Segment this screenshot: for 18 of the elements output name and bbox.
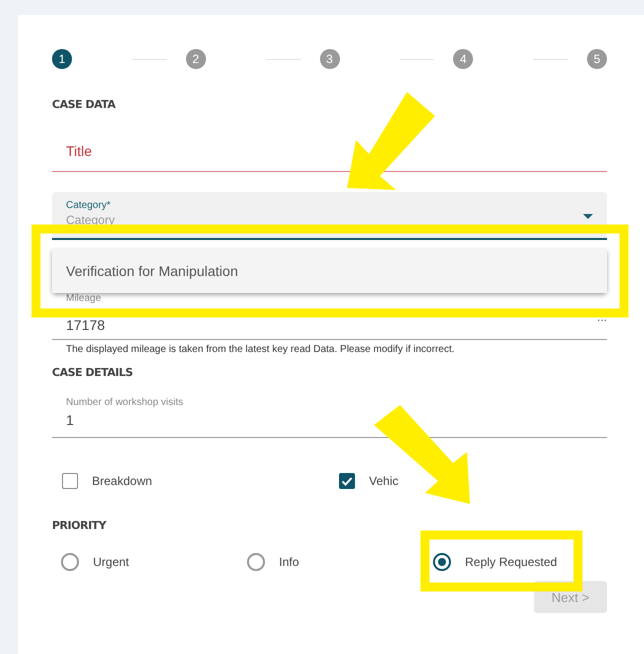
radio-button[interactable] bbox=[247, 553, 265, 571]
section-heading: PRIORITY bbox=[52, 519, 108, 532]
checkbox-label: Breakdown bbox=[92, 474, 152, 488]
checkbox-label: Vehic bbox=[369, 474, 398, 488]
section-heading: CASE DETAILS bbox=[52, 366, 134, 379]
radio-button[interactable] bbox=[433, 553, 451, 571]
radio-label: Info bbox=[279, 555, 300, 569]
caret-icon bbox=[583, 214, 593, 219]
hint-text: The displayed mileage is taken from the latest key read Data. Please modify if incorrect. bbox=[66, 344, 456, 356]
step-indicator[interactable]: 1 bbox=[52, 49, 72, 69]
radio-label: Reply Requested bbox=[465, 555, 558, 569]
checkbox[interactable] bbox=[62, 473, 78, 489]
section-heading: CASE DATA bbox=[52, 98, 117, 111]
mileage-field[interactable]: Mileage 17178 ... bbox=[52, 292, 607, 340]
menu-option[interactable]: Verification for Manipulation bbox=[52, 249, 607, 293]
radio-button[interactable] bbox=[61, 553, 79, 571]
radio-label: Urgent bbox=[93, 555, 130, 569]
checkbox[interactable] bbox=[339, 473, 355, 489]
